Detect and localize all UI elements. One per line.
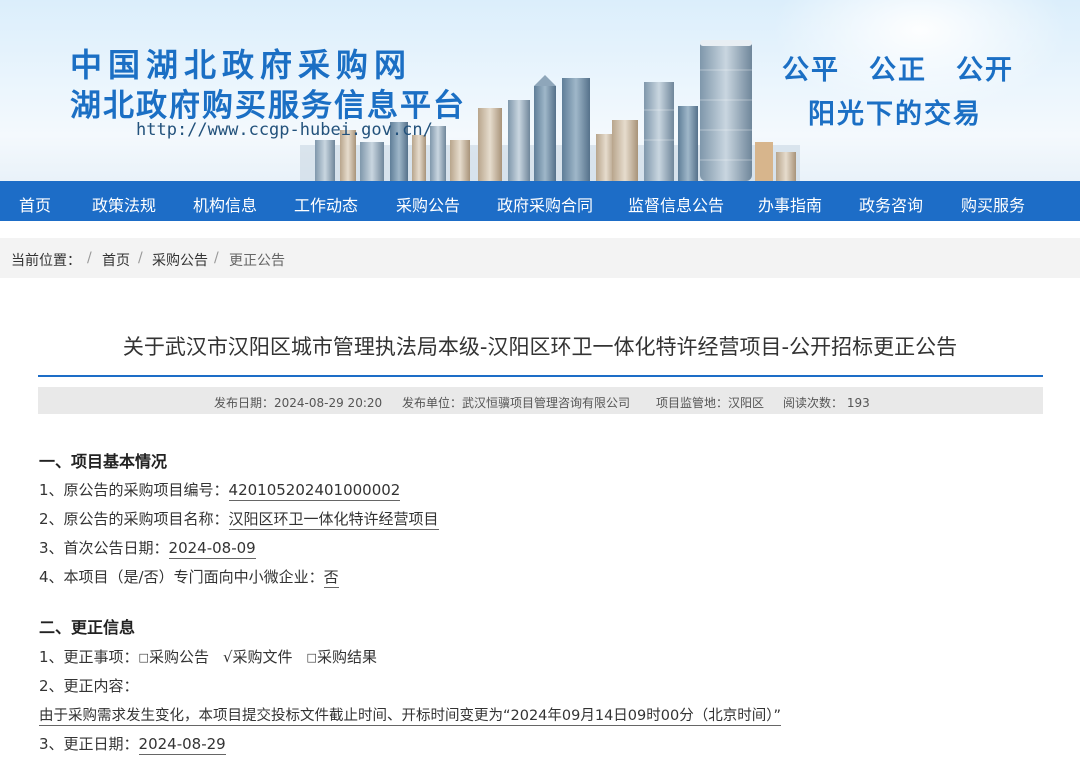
meta-views: 阅读次数： 193 [783, 396, 870, 410]
correction-items: 1、更正事项：□采购公告 √采购文件 □采购结果 [39, 646, 377, 667]
option-label: 采购公告 [148, 648, 209, 666]
info-sme-only: 4、本项目（是/否）专门面向中小微企业：否 [39, 566, 339, 588]
info-value: 汉阳区环卫一体化特许经营项目 [228, 510, 439, 530]
site-banner: 中国湖北政府采购网 湖北政府购买服务信息平台 http://www.ccgp-h… [0, 0, 1080, 181]
section-heading-correction: 二、更正信息 [39, 618, 136, 637]
breadcrumb-procurement-notices[interactable]: 采购公告 [152, 250, 208, 270]
breadcrumb: 当前位置： / 首页 / 采购公告 / 更正公告 [0, 238, 1080, 278]
info-label: 2、原公告的采购项目名称： [39, 510, 229, 528]
breadcrumb-label: 当前位置： [11, 253, 81, 269]
breadcrumb-home[interactable]: 首页 [102, 250, 130, 270]
breadcrumb-separator: / [87, 250, 92, 266]
article-meta: 发布日期：2024-08-29 20:20 发布单位：武汉恒骥项目管理咨询有限公… [38, 387, 1043, 414]
correction-content-text: 由于采购需求发生变化，本项目提交投标文件截止时间、开标时间变更为“2024年09… [39, 708, 781, 726]
checkbox-unchecked-icon: □ [306, 651, 317, 664]
info-label: 3、首次公告日期： [39, 539, 169, 557]
article-title: 关于武汉市汉阳区城市管理执法局本级-汉阳区环卫一体化特许经营项目-公开招标更正公… [122, 335, 958, 359]
site-title-secondary: 湖北政府购买服务信息平台 [70, 88, 466, 124]
info-label: 4、本项目（是/否）专门面向中小微企业： [39, 568, 324, 586]
breadcrumb-separator: / [214, 250, 219, 266]
info-value: 2024-08-09 [168, 539, 256, 559]
section-heading-basic-info: 一、项目基本情况 [39, 452, 168, 471]
info-value: 2024-08-29 [138, 735, 226, 755]
info-label: 1、更正事项： [39, 648, 139, 666]
meta-publish-date: 发布日期：2024-08-29 20:20 [214, 396, 383, 410]
nav-procurement-notices[interactable]: 采购公告 [396, 192, 460, 216]
nav-guide[interactable]: 办事指南 [758, 192, 822, 216]
correction-content-label: 2、更正内容： [39, 677, 139, 695]
info-label: 1、原公告的采购项目编号： [39, 481, 229, 499]
title-divider [38, 375, 1043, 377]
nav-home[interactable]: 首页 [19, 192, 51, 216]
meta-publisher: 发布单位：武汉恒骥项目管理咨询有限公司 [402, 396, 631, 410]
option-label: 采购文件 [232, 648, 293, 666]
nav-purchase-services[interactable]: 购买服务 [961, 192, 1025, 216]
correction-date: 3、更正日期：2024-08-29 [39, 733, 226, 755]
site-url: http://www.ccgp-hubei.gov.cn/ [136, 120, 433, 140]
nav-institutions[interactable]: 机构信息 [193, 192, 257, 216]
info-value: 420105202401000002 [228, 481, 401, 501]
checkbox-unchecked-icon: □ [138, 651, 149, 664]
checkmark-icon: √ [222, 648, 233, 666]
correction-content: 由于采购需求发生变化，本项目提交投标文件截止时间、开标时间变更为“2024年09… [39, 704, 781, 726]
info-project-number: 1、原公告的采购项目编号：420105202401000002 [39, 479, 401, 501]
info-first-notice-date: 3、首次公告日期：2024-08-09 [39, 537, 256, 559]
slogan-fairness: 公平 公正 公开 [782, 55, 1014, 86]
nav-work-news[interactable]: 工作动态 [294, 192, 358, 216]
breadcrumb-current: 更正公告 [229, 253, 285, 269]
info-value: 否 [323, 568, 339, 588]
meta-region: 项目监管地：汉阳区 [656, 396, 765, 410]
info-project-name: 2、原公告的采购项目名称：汉阳区环卫一体化特许经营项目 [39, 508, 439, 530]
breadcrumb-separator: / [138, 250, 143, 266]
slogan-transparency: 阳光下的交易 [808, 99, 982, 130]
nav-consulting[interactable]: 政务咨询 [859, 192, 923, 216]
nav-supervision[interactable]: 监督信息公告 [628, 192, 724, 216]
nav-policy[interactable]: 政策法规 [92, 192, 156, 216]
option-label: 采购结果 [316, 648, 377, 666]
info-label: 3、更正日期： [39, 735, 139, 753]
nav-contracts[interactable]: 政府采购合同 [497, 192, 593, 216]
